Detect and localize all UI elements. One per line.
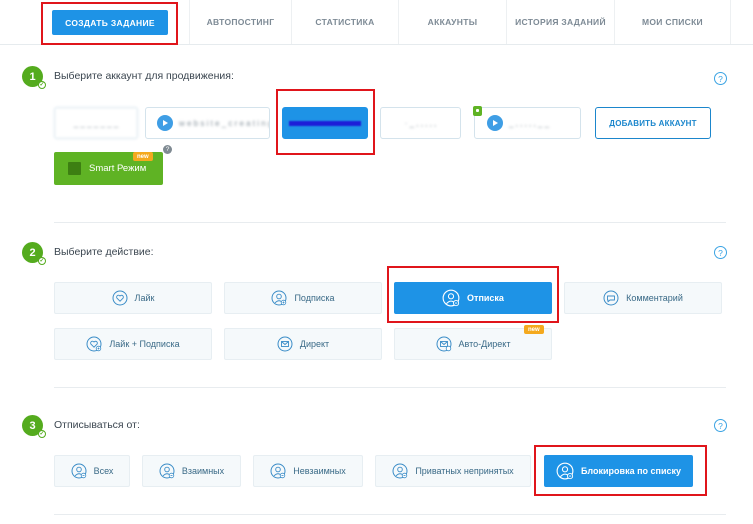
nav-tab-create-task[interactable]: СОЗДАТЬ ЗАДАНИЕ [52, 10, 168, 35]
play-icon [487, 115, 503, 131]
unfollow-all-button[interactable]: Всех [54, 455, 130, 487]
heart-icon [112, 290, 128, 306]
step-2-title: Выберите действие: [54, 246, 154, 258]
checkbox-icon [68, 162, 81, 175]
option-label: Взаимных [181, 466, 225, 476]
option-label: Всех [93, 466, 114, 476]
account-button-selected[interactable] [282, 107, 368, 139]
check-icon: ✓ [38, 430, 46, 438]
account-name: · _ , , , , , [404, 118, 437, 128]
action-follow-button[interactable]: Подписка [224, 282, 382, 314]
action-label: Авто-Директ [458, 339, 511, 349]
step-1-badge: 1 ✓ [22, 66, 46, 89]
action-label: Подписка [294, 293, 335, 303]
option-label: Блокировка по списку [580, 466, 682, 476]
action-label: Директ [299, 339, 330, 349]
account-name: _ _ _ _ _ _ _ [73, 118, 119, 128]
action-comment-button[interactable]: Комментарий [564, 282, 722, 314]
account-name: _ , , , , , _ _ [509, 118, 550, 128]
create-task-page: СОЗДАТЬ ЗАДАНИЕ АВТОПОСТИНГ СТАТИСТИКА А… [0, 0, 753, 524]
action-like-follow-button[interactable]: Лайк + Подписка [54, 328, 212, 360]
nav-tab-accounts[interactable]: АККАУНТЫ [399, 0, 507, 44]
account-button[interactable]: · _ , , , , , [380, 107, 461, 139]
user-minus-icon [556, 462, 574, 480]
nav-tab-autoposting[interactable]: АВТОПОСТИНГ [190, 0, 292, 44]
user-minus-icon [270, 463, 286, 479]
action-label: Комментарий [626, 293, 683, 303]
unfollow-non-mutual-button[interactable]: Невзаимных [253, 455, 363, 487]
option-label: Приватных непринятых [415, 466, 514, 476]
user-plus-icon [271, 290, 287, 306]
divider [54, 222, 726, 223]
top-navigation: СОЗДАТЬ ЗАДАНИЕ АВТОПОСТИНГ СТАТИСТИКА А… [0, 0, 753, 45]
status-badge [473, 106, 482, 116]
add-account-button[interactable]: ДОБАВИТЬ АККАУНТ [595, 107, 711, 139]
step-3-title: Отписываться от: [54, 419, 140, 431]
comment-icon [603, 290, 619, 306]
step-1-title: Выберите аккаунт для продвижения: [54, 70, 234, 82]
nav-tab-statistics[interactable]: СТАТИСТИКА [292, 0, 399, 44]
envelope-icon [277, 336, 293, 352]
account-button[interactable]: _ , , , , , _ _ [474, 107, 581, 139]
action-label: Лайк + Подписка [109, 339, 180, 349]
action-unfollow-button[interactable]: Отписка [394, 282, 552, 314]
check-icon: ✓ [38, 257, 46, 265]
account-button[interactable]: _ _ _ _ _ _ _ [54, 107, 138, 139]
step-number: 2 [29, 246, 36, 259]
divider [54, 387, 726, 388]
block-by-list-button[interactable]: Блокировка по списку [544, 455, 693, 487]
option-label: Невзаимных [293, 466, 346, 476]
heart-plus-icon [86, 336, 102, 352]
help-icon[interactable]: ? [714, 419, 727, 432]
help-icon[interactable]: ? [714, 246, 727, 259]
user-minus-icon [71, 463, 87, 479]
user-minus-icon [392, 463, 408, 479]
unfollow-mutual-button[interactable]: Взаимных [142, 455, 241, 487]
envelope-auto-icon [436, 336, 452, 352]
unfollow-private-pending-button[interactable]: Приватных непринятых [375, 455, 531, 487]
smart-mode-label: Smart Режим [89, 163, 147, 174]
new-badge: new [524, 325, 544, 334]
action-direct-button[interactable]: Директ [224, 328, 382, 360]
user-minus-icon [442, 289, 460, 307]
play-icon [157, 115, 173, 131]
step-2-badge: 2 ✓ [22, 242, 46, 265]
action-label: Лайк [134, 293, 155, 303]
divider [54, 514, 726, 515]
step-3-badge: 3 ✓ [22, 415, 46, 438]
nav-tab-task-history[interactable]: ИСТОРИЯ ЗАДАНИЙ [507, 0, 615, 44]
user-minus-icon [159, 463, 175, 479]
account-name: w e b s i t e _ c r e a t i n g _ [179, 118, 270, 128]
help-icon[interactable]: ? [163, 145, 172, 154]
step-number: 3 [29, 419, 36, 432]
new-badge: new [133, 152, 153, 161]
action-like-button[interactable]: Лайк [54, 282, 212, 314]
step-number: 1 [29, 70, 36, 83]
account-name-redacted [289, 120, 361, 126]
action-label: Отписка [467, 293, 504, 303]
check-icon: ✓ [38, 81, 46, 89]
help-icon[interactable]: ? [714, 72, 727, 85]
account-button[interactable]: w e b s i t e _ c r e a t i n g _ [145, 107, 270, 139]
nav-tab-my-lists[interactable]: МОИ СПИСКИ [615, 0, 731, 44]
